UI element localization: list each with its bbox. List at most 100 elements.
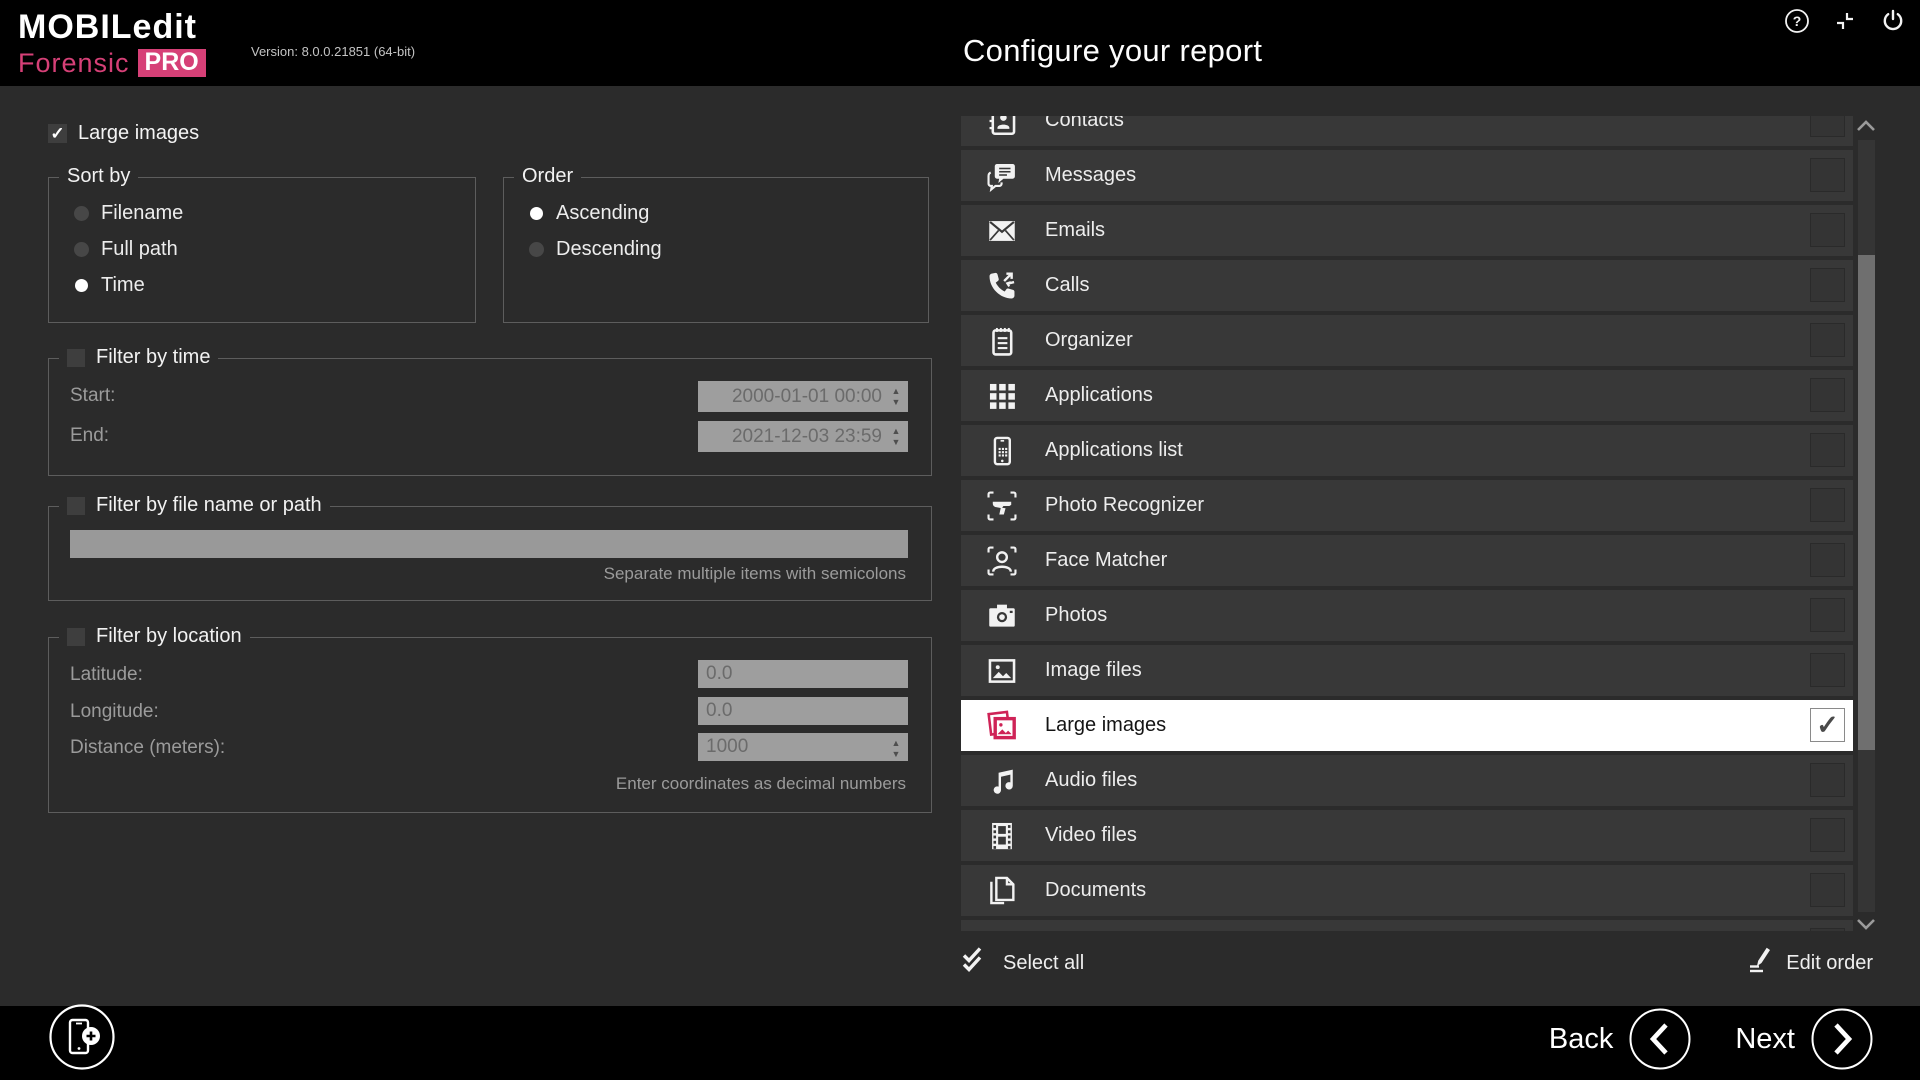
- field-value: 2000-01-01 00:00: [698, 386, 908, 408]
- sort-by-group: Sort by FilenameFull pathTime: [48, 177, 476, 323]
- report-item-checkbox[interactable]: [1810, 488, 1845, 522]
- radio-button[interactable]: [74, 206, 89, 221]
- filter-by-name-hint: Separate multiple items with semicolons: [604, 564, 906, 584]
- report-item-row-organizer[interactable]: Organizer: [961, 315, 1853, 366]
- radio-button[interactable]: [530, 207, 543, 220]
- power-icon[interactable]: [1880, 8, 1906, 34]
- report-item-label: Applications list: [1045, 439, 1183, 462]
- edit-order-label: Edit order: [1786, 952, 1873, 975]
- report-item-checkbox[interactable]: [1810, 378, 1845, 412]
- field-value: 0.0: [698, 700, 908, 722]
- filter-by-location-legend: Filter by location: [96, 625, 242, 648]
- logo-pro-badge: PRO: [138, 49, 206, 77]
- report-item-row-photos[interactable]: Photos: [961, 590, 1853, 641]
- list-scrollbar[interactable]: [1858, 140, 1875, 912]
- report-item-label: Calls: [1045, 274, 1089, 297]
- connect-phone-button[interactable]: [48, 1003, 116, 1076]
- file-name-filter-input[interactable]: [70, 530, 908, 558]
- report-item-row-large-images[interactable]: Large images ✓: [961, 700, 1853, 751]
- report-item-row-documents[interactable]: Documents: [961, 865, 1853, 916]
- radio-button[interactable]: [74, 242, 89, 257]
- report-item-row-video-files[interactable]: Video files: [961, 810, 1853, 861]
- report-item-row-audio-files[interactable]: Audio files: [961, 755, 1853, 806]
- time-value-field[interactable]: 2021-12-03 23:59▲▼: [698, 421, 908, 452]
- radio-button[interactable]: [75, 279, 88, 292]
- edit-order-icon: [1742, 947, 1772, 979]
- spinner-arrows[interactable]: ▲▼: [888, 382, 904, 411]
- report-item-label: Large images: [1045, 714, 1166, 737]
- location-value-field[interactable]: 0.0: [698, 697, 908, 725]
- large-images-checkbox-label: Large images: [78, 122, 199, 145]
- organizer-icon: [985, 324, 1019, 358]
- scroll-down-icon[interactable]: [1855, 916, 1877, 932]
- location-field-row: Distance (meters):1000▲▼: [49, 733, 931, 764]
- sort-by-legend: Sort by: [67, 165, 130, 188]
- report-item-row-emails[interactable]: Emails: [961, 205, 1853, 256]
- large-images-checkbox[interactable]: ✓ Large images: [48, 122, 199, 145]
- report-item-row-messages[interactable]: Messages: [961, 150, 1853, 201]
- report-item-checkbox[interactable]: [1810, 158, 1845, 192]
- report-item-label: Documents: [1045, 879, 1146, 902]
- report-item-checkbox[interactable]: ✓: [1810, 708, 1845, 742]
- large-images-checkbox-box[interactable]: ✓: [48, 124, 67, 143]
- report-item-checkbox[interactable]: [1810, 818, 1845, 852]
- radio-option-full-path[interactable]: Full path: [74, 238, 475, 260]
- radio-option-time[interactable]: Time: [74, 274, 475, 296]
- radio-option-ascending[interactable]: Ascending: [529, 202, 928, 224]
- field-value: 1000: [698, 736, 908, 758]
- applications-list-icon: [985, 434, 1019, 468]
- report-item-row-calls[interactable]: Calls: [961, 260, 1853, 311]
- report-item-checkbox[interactable]: [1810, 268, 1845, 302]
- spinner-arrows[interactable]: ▲▼: [888, 422, 904, 451]
- report-item-label: Image files: [1045, 659, 1142, 682]
- edit-order-button[interactable]: Edit order: [1742, 947, 1873, 979]
- radio-label: Time: [101, 274, 145, 297]
- photos-icon: [985, 599, 1019, 633]
- filter-by-location-hint: Enter coordinates as decimal numbers: [616, 774, 906, 794]
- field-label: Latitude:: [70, 664, 143, 686]
- filter-by-location-group: Filter by location Latitude:0.0Longitude…: [48, 637, 932, 813]
- report-items-list: ContactsMessagesEmailsCallsOrganizerAppl…: [961, 116, 1853, 931]
- select-all-button[interactable]: Select all: [961, 945, 1084, 981]
- filter-by-location-checkbox[interactable]: [67, 628, 85, 646]
- report-item-checkbox[interactable]: [1810, 543, 1845, 577]
- scroll-up-icon[interactable]: [1855, 118, 1877, 134]
- resize-window-icon[interactable]: [1832, 8, 1858, 34]
- applications-icon: [985, 379, 1019, 413]
- spinner-arrows[interactable]: ▲▼: [888, 734, 904, 763]
- filter-by-time-checkbox[interactable]: [67, 349, 85, 367]
- report-item-checkbox[interactable]: [1810, 213, 1845, 247]
- report-item-row-applications[interactable]: Applications: [961, 370, 1853, 421]
- radio-label: Full path: [101, 238, 178, 261]
- help-icon[interactable]: ?: [1784, 8, 1810, 34]
- radio-option-filename[interactable]: Filename: [74, 202, 475, 224]
- logo-mobiledit: MOBILedit: [18, 10, 206, 44]
- report-item-checkbox[interactable]: [1810, 323, 1845, 357]
- report-item-row-photo-recognizer[interactable]: Photo Recognizer: [961, 480, 1853, 531]
- video-files-icon: [985, 819, 1019, 853]
- report-item-checkbox[interactable]: [1810, 873, 1845, 907]
- location-value-field[interactable]: 1000▲▼: [698, 733, 908, 761]
- time-value-field[interactable]: 2000-01-01 00:00▲▼: [698, 381, 908, 412]
- report-item-checkbox[interactable]: [1810, 653, 1845, 687]
- location-value-field[interactable]: 0.0: [698, 660, 908, 688]
- report-item-checkbox[interactable]: [1810, 928, 1845, 931]
- report-item-checkbox[interactable]: [1810, 116, 1845, 137]
- back-button[interactable]: [1629, 1008, 1691, 1070]
- report-item-label: Audio files: [1045, 769, 1137, 792]
- select-all-icon: [961, 945, 989, 981]
- report-item-checkbox[interactable]: [1810, 598, 1845, 632]
- report-item-checkbox[interactable]: [1810, 433, 1845, 467]
- report-item-row-image-files[interactable]: Image files: [961, 645, 1853, 696]
- radio-option-descending[interactable]: Descending: [529, 238, 928, 260]
- field-label: End:: [70, 425, 109, 447]
- filter-by-name-checkbox[interactable]: [67, 497, 85, 515]
- report-item-row-face-matcher[interactable]: Face Matcher: [961, 535, 1853, 586]
- report-item-row-applications-list[interactable]: Applications list: [961, 425, 1853, 476]
- radio-button[interactable]: [529, 242, 544, 257]
- report-item-row[interactable]: [961, 920, 1853, 931]
- report-item-row-contacts[interactable]: Contacts: [961, 116, 1853, 146]
- report-item-checkbox[interactable]: [1810, 763, 1845, 797]
- list-scrollbar-thumb[interactable]: [1858, 255, 1875, 750]
- next-button[interactable]: [1811, 1008, 1873, 1070]
